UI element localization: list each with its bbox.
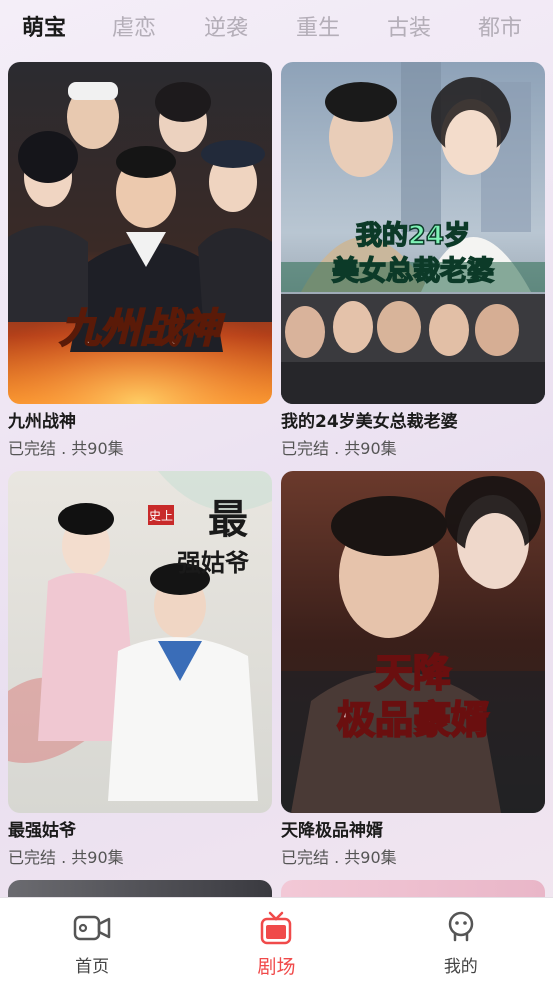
tab-dushi[interactable]: 都市 [478,10,522,42]
tab-nixi[interactable]: 逆袭 [204,10,248,42]
tab-nuelian[interactable]: 虐恋 [112,10,156,42]
drama-card[interactable]: 我的24岁 美女总裁老婆 我的24岁美女总裁老婆 已完结 . 共90集 [281,62,545,460]
poster-title-text: 天降 [375,650,451,695]
drama-status: 已完结 . 共90集 [281,439,397,458]
poster-title-text: 强姑爷 [177,548,250,577]
drama-card[interactable]: 天降 极品豪婿 天降极品神婿 已完结 . 共90集 [281,471,545,869]
drama-title: 最强姑爷 [8,821,76,841]
tab-mengbao[interactable]: 萌宝 [22,10,66,42]
nav-theater[interactable]: 剧场 [184,898,368,983]
nav-home[interactable]: 首页 [0,898,184,983]
video-camera-icon [73,915,111,941]
drama-card[interactable]: 九州战神 九州战神 已完结 . 共90集 [8,62,272,460]
category-tabs: 萌宝 虐恋 逆袭 重生 古装 都市 [0,0,553,56]
nav-profile[interactable]: 我的 [369,898,553,983]
nav-theater-label: 剧场 [257,956,296,978]
drama-poster[interactable]: 史上 最 强姑爷 [8,471,272,813]
tab-guzhuang[interactable]: 古装 [387,10,431,42]
poster-title-text: 我的24岁 [356,220,470,251]
poster-title-text: 美女总裁老婆 [332,255,494,287]
drama-status: 已完结 . 共90集 [8,848,124,867]
drama-title: 我的24岁美女总裁老婆 [281,412,458,432]
drama-title: 天降极品神婿 [281,821,383,841]
bottom-nav: 首页 剧场 我的 [0,897,553,983]
drama-card[interactable]: 史上 最 强姑爷 最强姑爷 已完结 . 共90集 [8,471,272,869]
tv-icon [261,911,292,945]
poster-title-text: 最 [208,496,248,543]
drama-poster[interactable]: 我的24岁 美女总裁老婆 [281,62,545,404]
drama-poster[interactable]: 天降 极品豪婿 [281,471,545,813]
poster-title-text: 九州战神 [60,306,225,352]
drama-title: 九州战神 [8,412,76,432]
tab-chongsheng[interactable]: 重生 [296,10,340,42]
poster-badge-text: 史上 [149,509,173,523]
nav-profile-label: 我的 [443,957,478,977]
nav-home-label: 首页 [75,957,110,977]
drama-status: 已完结 . 共90集 [281,848,397,867]
person-icon [448,911,474,942]
drama-poster[interactable]: 九州战神 [8,62,272,404]
drama-status: 已完结 . 共90集 [8,439,124,458]
poster-title-text: 极品豪婿 [337,697,489,742]
